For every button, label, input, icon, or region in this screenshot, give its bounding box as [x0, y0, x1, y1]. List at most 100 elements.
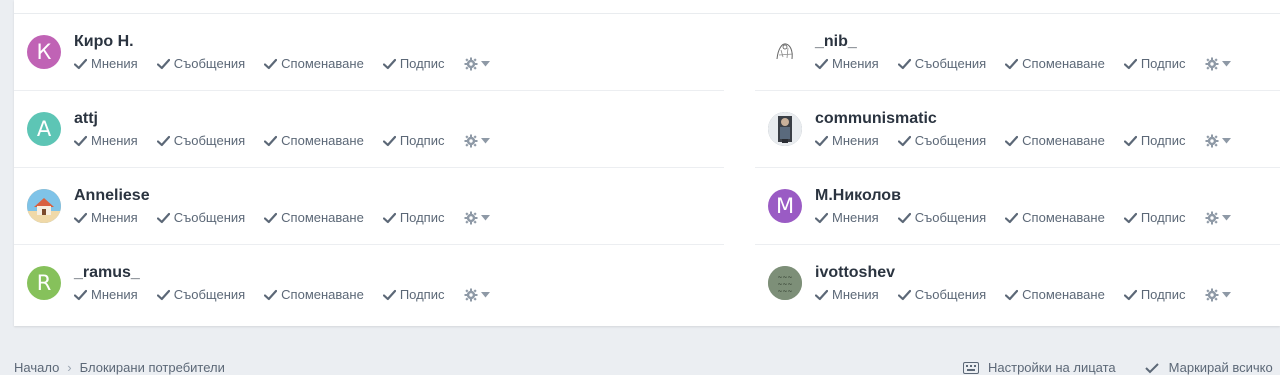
user-settings-menu[interactable] [1205, 211, 1231, 225]
ignore-signature-toggle[interactable]: Подпис [1123, 133, 1186, 148]
ignore-messages-toggle[interactable]: Съобщения [897, 133, 987, 148]
check-icon [815, 289, 828, 300]
user-avatar[interactable] [768, 35, 802, 69]
footer-settings-link[interactable]: Настройки на лицата [988, 360, 1116, 375]
user-settings-menu[interactable] [1205, 134, 1231, 148]
chevron-down-icon [1221, 60, 1231, 66]
option-label: Мнения [91, 210, 138, 225]
user-name[interactable]: Anneliese [74, 187, 150, 205]
ignore-mentions-toggle[interactable]: Споменаване [1005, 56, 1105, 71]
option-label: Мнения [832, 56, 879, 71]
ignore-options: Мнения Съобщения Споменаване Подпис [815, 287, 1231, 302]
option-label: Споменаване [281, 287, 364, 302]
ignore-messages-toggle[interactable]: Съобщения [156, 210, 245, 225]
ignore-mentions-toggle[interactable]: Споменаване [1005, 210, 1105, 225]
option-label: Съобщения [914, 210, 987, 225]
ignore-messages-toggle[interactable]: Съобщения [897, 210, 987, 225]
user-row: M М.Николов Мнения Съобщения Споменаване Подп… [755, 168, 1280, 245]
check-icon [1123, 212, 1137, 223]
chevron-down-icon [1221, 137, 1231, 143]
ignored-users-panel: К Киро Н. Мнения Съобщения Споменаване Подпис… [14, 0, 1280, 326]
ignore-messages-toggle[interactable]: Съобщения [156, 56, 245, 71]
option-label: Подпис [399, 210, 445, 225]
ignore-mentions-toggle[interactable]: Споменаване [264, 210, 364, 225]
check-icon [897, 289, 911, 300]
option-label: Мнения [91, 56, 138, 71]
user-avatar[interactable]: M [768, 189, 802, 223]
ignore-mentions-toggle[interactable]: Споменаване [264, 287, 364, 302]
ignore-signature-toggle[interactable]: Подпис [382, 210, 445, 225]
ignore-mentions-toggle[interactable]: Споменаване [1005, 287, 1105, 302]
user-avatar[interactable]: К [27, 35, 61, 69]
ignore-signature-toggle[interactable]: Подпис [382, 56, 445, 71]
ignore-opinions-toggle[interactable]: Мнения [815, 56, 879, 71]
ignore-messages-toggle[interactable]: Съобщения [897, 287, 987, 302]
ignore-options: Мнения Съобщения Споменаване Подпис [74, 133, 490, 148]
check-icon [156, 135, 170, 146]
ignore-opinions-toggle[interactable]: Мнения [74, 210, 138, 225]
ignore-opinions-toggle[interactable]: Мнения [74, 287, 138, 302]
option-label: Споменаване [281, 56, 364, 71]
user-settings-menu[interactable] [464, 211, 490, 225]
ignore-mentions-toggle[interactable]: Споменаване [264, 133, 364, 148]
option-label: Съобщения [914, 287, 987, 302]
footer-mark-all-link[interactable]: Маркирай всичко [1169, 360, 1273, 375]
option-label: Споменаване [1022, 210, 1105, 225]
ignore-opinions-toggle[interactable]: Мнения [815, 210, 879, 225]
user-name[interactable]: communismatic [815, 110, 937, 128]
ignore-signature-toggle[interactable]: Подпис [382, 133, 445, 148]
ignore-signature-toggle[interactable]: Подпис [382, 287, 445, 302]
user-name[interactable]: М.Николов [815, 187, 901, 205]
gear-icon [1205, 211, 1218, 224]
user-settings-menu[interactable] [464, 288, 490, 302]
breadcrumb-home[interactable]: Начало [14, 360, 59, 375]
check-icon [382, 212, 396, 223]
gear-icon [464, 288, 477, 301]
gear-icon [464, 211, 477, 224]
breadcrumb: Начало › Блокирани потребители [14, 360, 225, 375]
ignore-opinions-toggle[interactable]: Мнения [815, 287, 879, 302]
check-icon [264, 58, 278, 69]
ignore-signature-toggle[interactable]: Подпис [1123, 56, 1186, 71]
ignore-signature-toggle[interactable]: Подпис [1123, 287, 1186, 302]
ignore-messages-toggle[interactable]: Съобщения [897, 56, 986, 71]
user-avatar[interactable]: ~~~ ~~~ ~~~ [768, 266, 802, 300]
check-icon [382, 289, 396, 300]
avatar-letter: M [775, 194, 795, 218]
user-name[interactable]: ivottoshev [815, 264, 895, 282]
user-name[interactable]: _nib_ [815, 33, 857, 51]
breadcrumb-separator: › [67, 360, 72, 375]
user-avatar[interactable]: A [27, 112, 61, 146]
user-settings-menu[interactable] [1205, 57, 1231, 71]
user-avatar[interactable] [768, 112, 802, 146]
option-label: Съобщения [914, 133, 987, 148]
ignore-messages-toggle[interactable]: Съобщения [156, 287, 245, 302]
option-label: Съобщения [173, 133, 246, 148]
avatar-letter: R [36, 271, 52, 295]
option-label: Споменаване [1022, 56, 1105, 71]
user-avatar[interactable]: R [27, 266, 61, 300]
check-icon [1123, 58, 1137, 69]
gear-icon [1205, 57, 1218, 70]
svg-text:~~~: ~~~ [777, 288, 792, 295]
user-avatar[interactable] [27, 189, 61, 223]
ignore-messages-toggle[interactable]: Съобщения [156, 133, 246, 148]
user-settings-menu[interactable] [464, 57, 490, 71]
user-settings-menu[interactable] [464, 134, 490, 148]
user-name[interactable]: Киро Н. [74, 33, 134, 51]
chevron-down-icon [1221, 214, 1231, 220]
option-label: Подпис [1140, 56, 1186, 71]
option-label: Подпис [399, 133, 445, 148]
ignore-signature-toggle[interactable]: Подпис [1123, 210, 1186, 225]
user-name[interactable]: _ramus_ [74, 264, 140, 282]
user-settings-menu[interactable] [1205, 288, 1231, 302]
ignore-opinions-toggle[interactable]: Мнения [74, 56, 138, 71]
ignore-opinions-toggle[interactable]: Мнения [74, 133, 138, 148]
ignore-mentions-toggle[interactable]: Споменаване [1005, 133, 1105, 148]
user-name[interactable]: attj [74, 110, 98, 128]
ignore-opinions-toggle[interactable]: Мнения [815, 133, 879, 148]
ignore-mentions-toggle[interactable]: Споменаване [264, 56, 364, 71]
user-row: _nib_ Мнения Съобщения Споменаване Подпис [755, 14, 1280, 91]
option-label: Мнения [832, 210, 879, 225]
keyboard-icon [963, 361, 979, 374]
